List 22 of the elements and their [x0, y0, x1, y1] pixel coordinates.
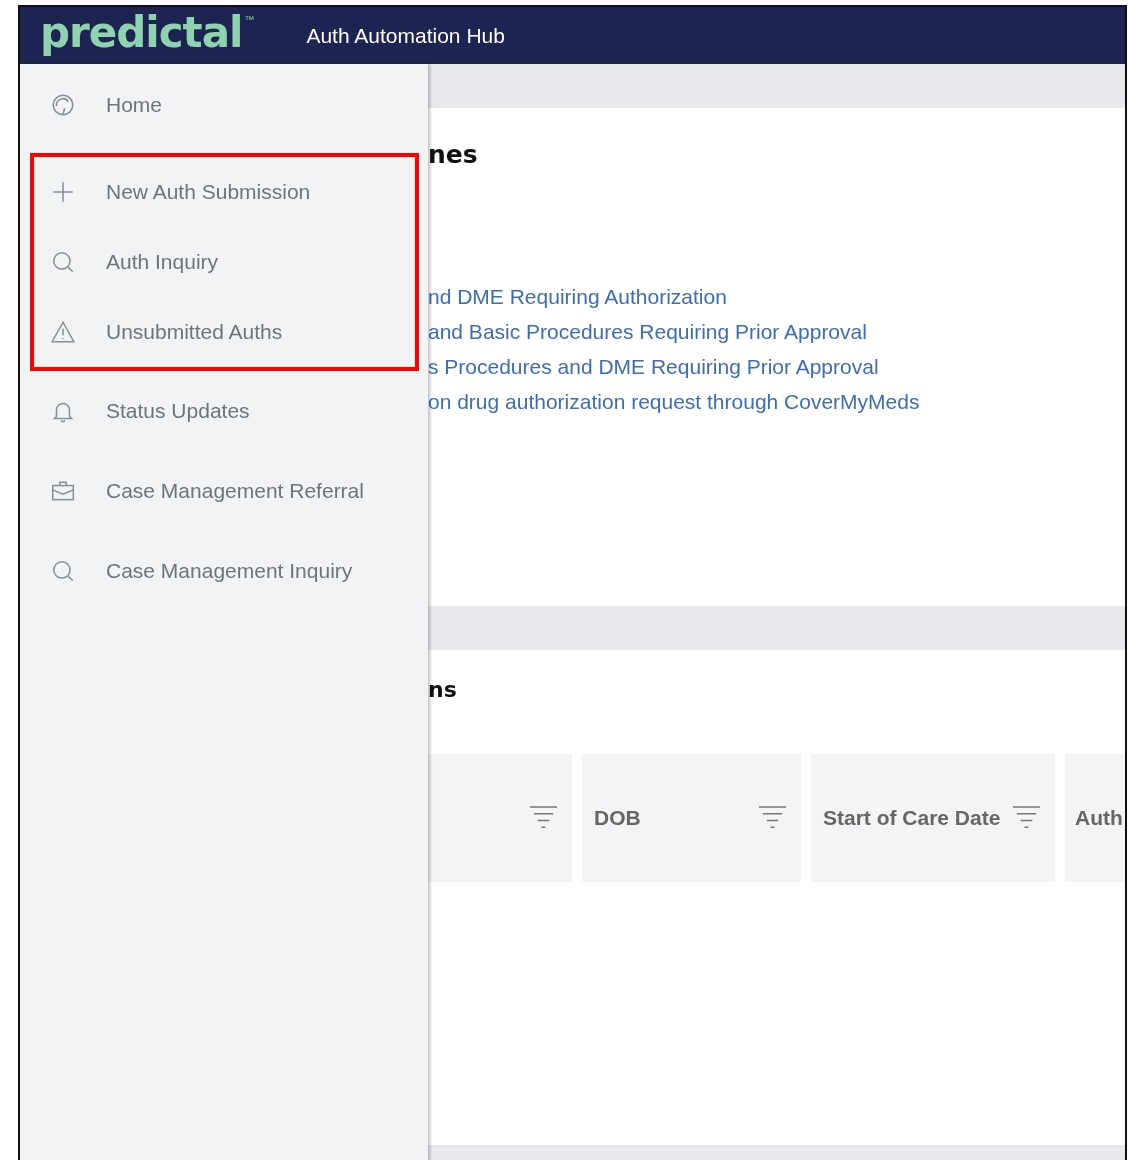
search-icon: [50, 249, 76, 275]
gauge-icon: [50, 92, 76, 118]
warning-icon: [50, 319, 76, 345]
plus-icon: [50, 179, 76, 205]
document-link[interactable]: s Procedures and DME Requiring Prior Approval: [428, 349, 1125, 384]
section-heading: ns: [428, 677, 458, 702]
nav-item[interactable]: Case Management Inquiry: [20, 531, 428, 611]
search-icon: [50, 558, 76, 584]
document-link[interactable]: on drug authorization request through CoverMyMeds: [428, 384, 1125, 419]
column-header[interactable]: DOB: [582, 754, 801, 882]
document-link[interactable]: and Basic Procedures Requiring Prior Approval: [428, 314, 1125, 349]
column-header[interactable]: Start of Care Date: [811, 754, 1055, 882]
nav-item[interactable]: New Auth Submission: [34, 157, 415, 227]
document-link[interactable]: nd DME Requiring Authorization: [428, 279, 1125, 314]
column-header[interactable]: Auth: [1065, 754, 1125, 882]
section-heading: nes: [428, 140, 479, 169]
nav-item[interactable]: Case Management Referral: [20, 451, 428, 531]
nav-item[interactable]: Unsubmitted Auths: [34, 297, 415, 367]
nav-item[interactable]: Auth Inquiry: [34, 227, 415, 297]
nav-item[interactable]: Status Updates: [20, 371, 428, 451]
nav-item[interactable]: Home: [20, 65, 428, 145]
app-title: Auth Automation Hub: [306, 23, 505, 48]
